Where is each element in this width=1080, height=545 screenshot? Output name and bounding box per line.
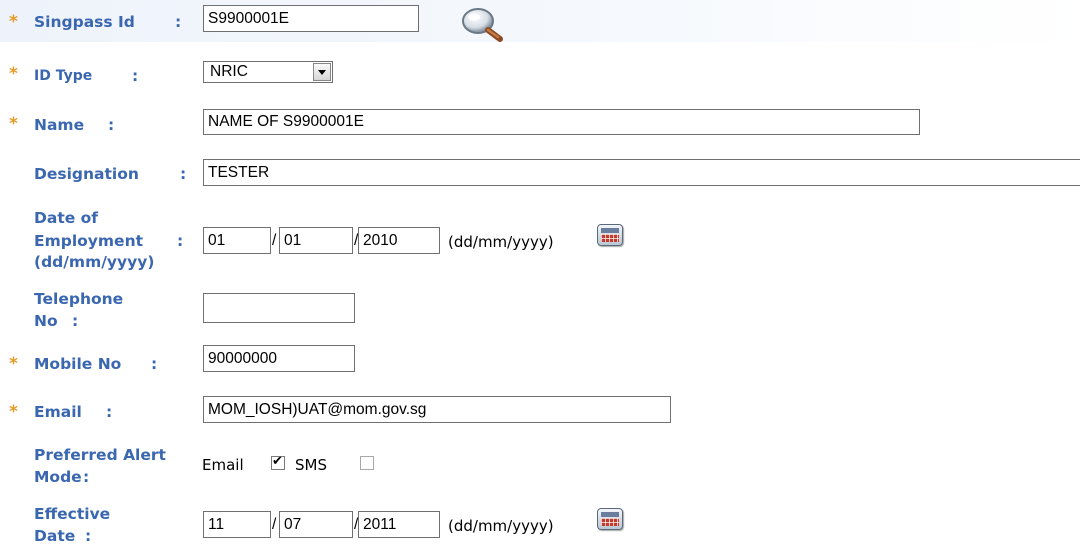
id-type-select[interactable]: NRIC — [203, 61, 333, 83]
colon: : — [85, 527, 92, 545]
required-marker: * — [9, 64, 18, 84]
employment-month-input[interactable] — [279, 227, 353, 254]
date-of-employment-label-line3: (dd/mm/yyyy) — [34, 253, 155, 271]
date-format-hint: (dd/mm/yyyy) — [448, 233, 554, 251]
telephone-label-line1: Telephone — [34, 290, 124, 308]
employment-year-input[interactable] — [358, 227, 440, 254]
id-type-label: ID Type — [34, 68, 93, 84]
effective-year-input[interactable] — [358, 511, 440, 538]
telephone-input[interactable] — [203, 293, 355, 323]
date-format-hint: (dd/mm/yyyy) — [448, 517, 554, 535]
calendar-icon[interactable] — [597, 224, 623, 246]
required-marker: * — [9, 114, 18, 134]
colon: : — [132, 67, 139, 85]
date-separator: / — [272, 516, 277, 533]
effective-day-input[interactable] — [203, 511, 271, 538]
designation-label: Designation — [34, 165, 139, 183]
alert-sms-checkbox[interactable] — [360, 456, 374, 470]
alert-email-checkbox[interactable] — [271, 454, 285, 470]
calendar-icon[interactable] — [597, 508, 623, 530]
effective-month-input[interactable] — [279, 511, 353, 538]
colon: : — [72, 312, 79, 330]
name-input[interactable] — [203, 109, 920, 135]
colon: : — [180, 165, 187, 183]
colon: : — [175, 13, 182, 31]
designation-input[interactable] — [203, 159, 1080, 186]
preferred-alert-mode-label-line2: Mode — [34, 468, 82, 486]
alert-sms-label: SMS — [295, 456, 327, 474]
colon: : — [151, 355, 158, 373]
header-band — [0, 0, 1080, 42]
singpass-id-label: Singpass Id — [34, 13, 135, 31]
mobile-label: Mobile No — [34, 355, 122, 373]
preferred-alert-mode-label-line1: Preferred Alert — [34, 446, 166, 464]
colon: : — [177, 232, 184, 250]
email-label: Email — [34, 403, 82, 421]
colon: : — [106, 403, 113, 421]
singpass-id-input[interactable] — [203, 5, 419, 32]
date-of-employment-label-line1: Date of — [34, 209, 99, 227]
alert-email-label: Email — [202, 456, 244, 474]
colon: : — [83, 468, 90, 486]
name-label: Name — [34, 116, 85, 134]
effective-date-label-line1: Effective — [34, 505, 111, 523]
telephone-label-line2: No — [34, 312, 58, 330]
effective-date-label-line2: Date — [34, 527, 76, 545]
date-of-employment-label-line2: Employment — [34, 232, 144, 250]
required-marker: * — [9, 354, 18, 374]
id-type-selected-value: NRIC — [210, 63, 248, 80]
magnifier-search-icon[interactable] — [458, 3, 506, 43]
employment-day-input[interactable] — [203, 227, 271, 254]
mobile-input[interactable] — [203, 345, 355, 372]
chevron-down-icon[interactable] — [313, 63, 331, 81]
colon: : — [108, 116, 115, 134]
required-marker: * — [9, 402, 18, 422]
date-separator: / — [272, 232, 277, 249]
email-input[interactable] — [203, 396, 671, 423]
required-marker: * — [9, 12, 18, 32]
